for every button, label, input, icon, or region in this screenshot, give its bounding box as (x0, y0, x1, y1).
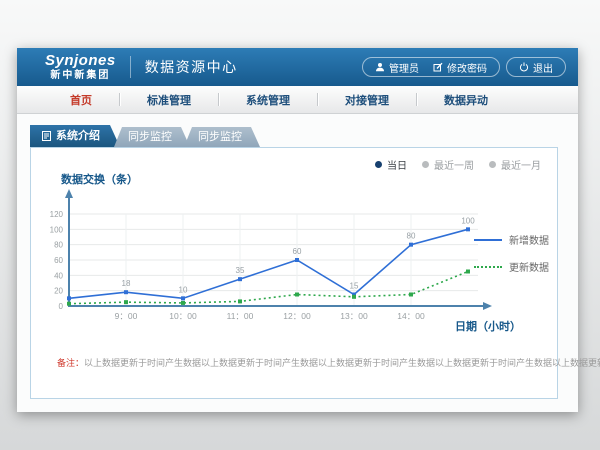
nav-item-system-mgmt[interactable]: 系统管理 (219, 92, 317, 108)
nav-item-standard-mgmt[interactable]: 标准管理 (120, 92, 218, 108)
radio-dot-icon (489, 161, 496, 168)
tab-sync-monitor-1[interactable]: 同步监控 (114, 127, 190, 147)
point-value-label: 60 (293, 247, 302, 256)
logo-company-text: 新中新集团 (45, 70, 116, 81)
x-tick-label: 11：00 (227, 311, 254, 321)
document-icon (42, 131, 51, 141)
x-tick-label: 9：00 (115, 311, 138, 321)
data-point (124, 300, 128, 304)
filter-label: 当日 (387, 157, 407, 172)
radio-dot-icon (422, 161, 429, 168)
footnote: 备注：以上数据更新于时间产生数据以上数据更新于时间产生数据以上数据更新于时间产生… (57, 356, 600, 369)
app-header: Synjones 新中新集团 数据资源中心 管理员 修改密码 退出 (17, 48, 578, 86)
y-tick-label: 20 (54, 287, 63, 296)
filter-today[interactable]: 当日 (375, 157, 407, 172)
y-axis-arrow-icon (65, 189, 73, 198)
tab-label: 同步监控 (198, 131, 242, 143)
x-tick-label: 10：00 (169, 311, 197, 321)
edit-icon (433, 62, 443, 72)
change-password-button[interactable]: 修改密码 (433, 60, 487, 75)
tab-system-intro[interactable]: 系统介绍 (30, 125, 120, 147)
radio-dot-icon (375, 161, 382, 168)
content-area: 系统介绍 同步监控 同步监控 当日 最近一周 (17, 114, 578, 412)
y-tick-label: 0 (59, 302, 64, 311)
app-window: Synjones 新中新集团 数据资源中心 管理员 修改密码 退出 (17, 48, 578, 412)
data-point (409, 243, 413, 247)
legend-item-new-data[interactable]: 新增数据 (474, 232, 549, 247)
header-divider (130, 56, 131, 78)
y-axis-title: 数据交换（条） (61, 171, 138, 187)
y-tick-label: 80 (54, 241, 63, 250)
data-point (466, 270, 470, 274)
line-chart: 0 20 40 60 80 100 120 9：00 10：00 11：00 12：00 13：00 1… (45, 188, 495, 360)
main-nav: 首页 标准管理 系统管理 对接管理 数据异动 (17, 86, 578, 114)
user-menu: 管理员 修改密码 退出 (362, 57, 566, 77)
user-icon (375, 62, 385, 72)
footnote-text: 以上数据更新于时间产生数据以上数据更新于时间产生数据以上数据更新于时间产生数据以… (84, 358, 600, 368)
solid-line-icon (474, 239, 502, 241)
data-point (295, 293, 299, 297)
dotted-line-icon (474, 266, 502, 268)
y-tick-label: 100 (50, 225, 64, 234)
point-value-label: 15 (350, 282, 359, 291)
data-point (181, 296, 185, 300)
filter-label: 最近一周 (434, 157, 474, 172)
data-point (409, 293, 413, 297)
admin-user-label: 管理员 (389, 60, 419, 75)
x-axis-title: 日期（小时） (455, 318, 521, 334)
legend-label: 更新数据 (509, 259, 549, 274)
data-point (238, 299, 242, 303)
data-point (124, 290, 128, 294)
y-tick-label: 120 (50, 210, 64, 219)
point-value-label: 18 (122, 279, 131, 288)
logout-label: 退出 (533, 60, 553, 75)
legend-item-updated-data[interactable]: 更新数据 (474, 259, 549, 274)
data-point (181, 301, 185, 305)
tab-sync-monitor-2[interactable]: 同步监控 (184, 127, 260, 147)
logout-button[interactable]: 退出 (519, 60, 553, 75)
point-value-label: 10 (179, 285, 188, 294)
tab-bar: 系统介绍 同步监控 同步监控 (30, 125, 260, 147)
user-actions-pill: 管理员 修改密码 (362, 57, 500, 77)
x-tick-label: 14：00 (397, 311, 425, 321)
data-point (466, 227, 470, 231)
data-point (352, 295, 356, 299)
tab-label: 同步监控 (128, 131, 172, 143)
nav-item-home[interactable]: 首页 (43, 92, 119, 108)
tab-label: 系统介绍 (56, 125, 100, 147)
point-value-label: 100 (461, 216, 475, 225)
y-tick-label: 60 (54, 256, 63, 265)
legend-label: 新增数据 (509, 232, 549, 247)
y-tick-label: 40 (54, 271, 63, 280)
chart-panel: 当日 最近一周 最近一月 数据交换（条） 0 20 40 60 80 100 120 9：00… (30, 147, 558, 399)
power-icon (519, 62, 529, 72)
point-value-label: 80 (407, 232, 416, 241)
data-point (67, 302, 71, 306)
time-filter-group: 当日 最近一周 最近一月 (375, 157, 541, 172)
filter-last-month[interactable]: 最近一月 (489, 157, 541, 172)
data-point (295, 258, 299, 262)
nav-item-data-change[interactable]: 数据异动 (417, 92, 515, 108)
x-axis-arrow-icon (483, 302, 492, 310)
nav-item-interface-mgmt[interactable]: 对接管理 (318, 92, 416, 108)
x-tick-label: 13：00 (340, 311, 368, 321)
filter-label: 最近一月 (501, 157, 541, 172)
chart-legend: 新增数据 更新数据 (474, 232, 549, 286)
change-password-label: 修改密码 (447, 60, 487, 75)
point-value-label: 35 (236, 266, 245, 275)
logout-pill: 退出 (506, 57, 566, 77)
data-point (67, 296, 71, 300)
footnote-prefix: 备注： (57, 358, 84, 368)
x-tick-label: 12：00 (283, 311, 311, 321)
data-point (238, 277, 242, 281)
page-title: 数据资源中心 (145, 57, 238, 77)
company-logo: Synjones 新中新集团 (45, 53, 116, 81)
filter-last-week[interactable]: 最近一周 (422, 157, 474, 172)
logo-brand-text: Synjones (45, 53, 116, 70)
admin-user-button[interactable]: 管理员 (375, 60, 419, 75)
